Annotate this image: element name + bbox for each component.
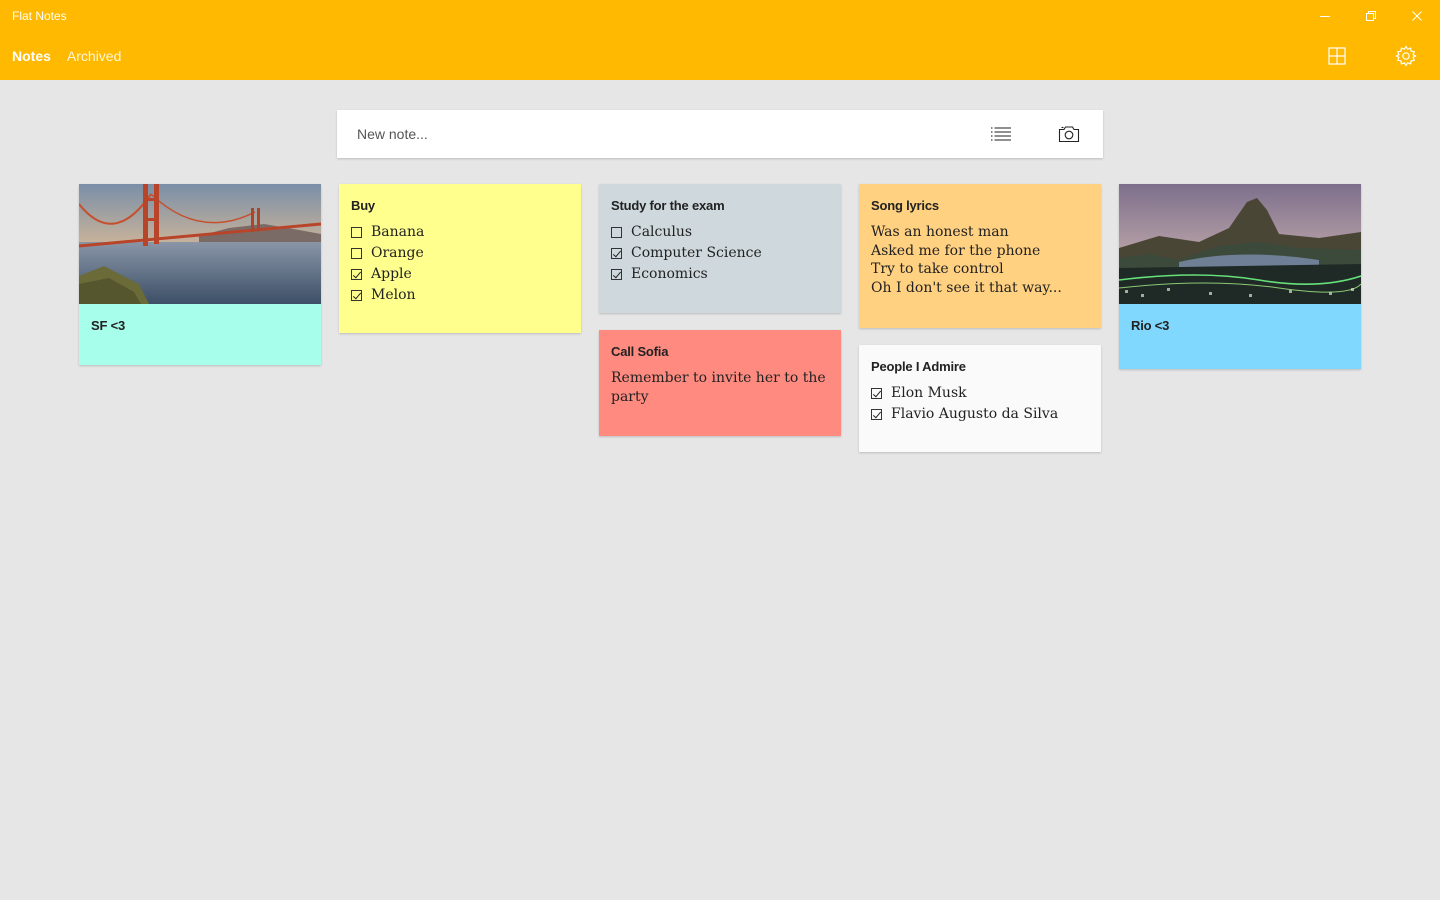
note-card-song-lyrics[interactable]: Song lyrics Was an honest man Asked me f…: [859, 184, 1101, 328]
checklist-item-text: Apple: [371, 265, 412, 282]
checkbox-unchecked[interactable]: [611, 227, 622, 238]
note-card-sf[interactable]: SF <3: [79, 184, 321, 365]
note-title: Buy: [351, 198, 375, 213]
note-card-buy[interactable]: Buy Banana Orange Apple Melon: [339, 184, 581, 333]
checklist-item: Banana: [351, 221, 569, 242]
note-body-line: party: [611, 388, 649, 405]
checklist-item-text: Orange: [371, 244, 424, 261]
note-card-study[interactable]: Study for the exam Calculus Computer Sci…: [599, 184, 841, 313]
checklist-item: Calculus: [611, 221, 829, 242]
note-body-line: Try to take control: [871, 261, 1004, 277]
checkbox-checked[interactable]: [871, 388, 882, 399]
checklist-item: Flavio Augusto da Silva: [871, 403, 1089, 424]
checklist-item-text: Melon: [371, 286, 416, 303]
checklist: Calculus Computer Science Economics: [599, 213, 841, 284]
note-title: Call Sofia: [611, 344, 669, 359]
rio-de-janeiro-photo: [1119, 184, 1361, 304]
checklist-item-text: Flavio Augusto da Silva: [891, 405, 1059, 422]
window-title: Flat Notes: [12, 9, 67, 23]
note-body-line: Asked me for the phone: [871, 242, 1041, 259]
checkbox-checked[interactable]: [351, 290, 362, 301]
note-body-line: Remember to invite her to the: [611, 370, 826, 386]
grid-view-button[interactable]: [1325, 44, 1349, 68]
note-title: SF <3: [91, 318, 126, 333]
close-button[interactable]: [1394, 0, 1440, 32]
note-body: Remember to invite her to the party: [599, 359, 841, 406]
checkbox-unchecked[interactable]: [351, 227, 362, 238]
checklist-item: Melon: [351, 284, 569, 305]
restore-button[interactable]: [1348, 0, 1394, 32]
checkbox-unchecked[interactable]: [351, 248, 362, 259]
settings-button[interactable]: [1394, 44, 1418, 68]
checklist-item-text: Computer Science: [631, 244, 762, 261]
note-body-line: Oh I don't see it that way...: [871, 279, 1062, 296]
note-title: Song lyrics: [871, 198, 939, 213]
settings-gear-icon: [1395, 45, 1417, 67]
new-note-bar: [337, 110, 1103, 158]
checkbox-checked[interactable]: [871, 409, 882, 420]
checklist-item: Orange: [351, 242, 569, 263]
checklist-item: Computer Science: [611, 242, 829, 263]
note-title: Study for the exam: [611, 198, 725, 213]
checklist: Banana Orange Apple Melon: [339, 213, 581, 305]
note-body-line: Was an honest man: [871, 224, 1009, 240]
restore-icon: [1366, 11, 1376, 21]
checklist-item: Economics: [611, 263, 829, 284]
app-header: Flat Notes Notes Archived: [0, 0, 1440, 80]
checkbox-checked[interactable]: [611, 269, 622, 280]
close-icon: [1412, 11, 1422, 21]
minimize-button[interactable]: [1302, 0, 1348, 32]
tab-notes[interactable]: Notes: [12, 48, 51, 64]
checklist-item-text: Calculus: [631, 223, 693, 240]
checklist: Elon Musk Flavio Augusto da Silva: [859, 374, 1101, 424]
grid-view-icon: [1328, 47, 1346, 65]
minimize-icon: [1320, 16, 1330, 17]
note-body: Was an honest man Asked me for the phone…: [859, 213, 1101, 297]
checklist-item: Apple: [351, 263, 569, 284]
tab-archived[interactable]: Archived: [67, 48, 121, 64]
note-card-people-i-admire[interactable]: People I Admire Elon Musk Flavio Augusto…: [859, 345, 1101, 452]
checklist-item-text: Banana: [371, 223, 425, 240]
checklist-item: Elon Musk: [871, 382, 1089, 403]
new-checklist-button[interactable]: [989, 122, 1013, 146]
checkbox-checked[interactable]: [611, 248, 622, 259]
checklist-icon: [991, 127, 1011, 141]
checklist-item-text: Economics: [631, 265, 708, 282]
nav-tabs: Notes Archived: [12, 48, 121, 64]
camera-icon: [1058, 126, 1080, 143]
checklist-item-text: Elon Musk: [891, 384, 967, 401]
note-card-call-sofia[interactable]: Call Sofia Remember to invite her to the…: [599, 330, 841, 436]
note-title: Rio <3: [1131, 318, 1170, 333]
checkbox-checked[interactable]: [351, 269, 362, 280]
golden-gate-bridge-photo: [79, 184, 321, 304]
note-title: People I Admire: [871, 359, 966, 374]
new-image-note-button[interactable]: [1057, 122, 1081, 146]
note-card-rio[interactable]: Rio <3: [1119, 184, 1361, 369]
new-note-input[interactable]: [337, 110, 957, 158]
